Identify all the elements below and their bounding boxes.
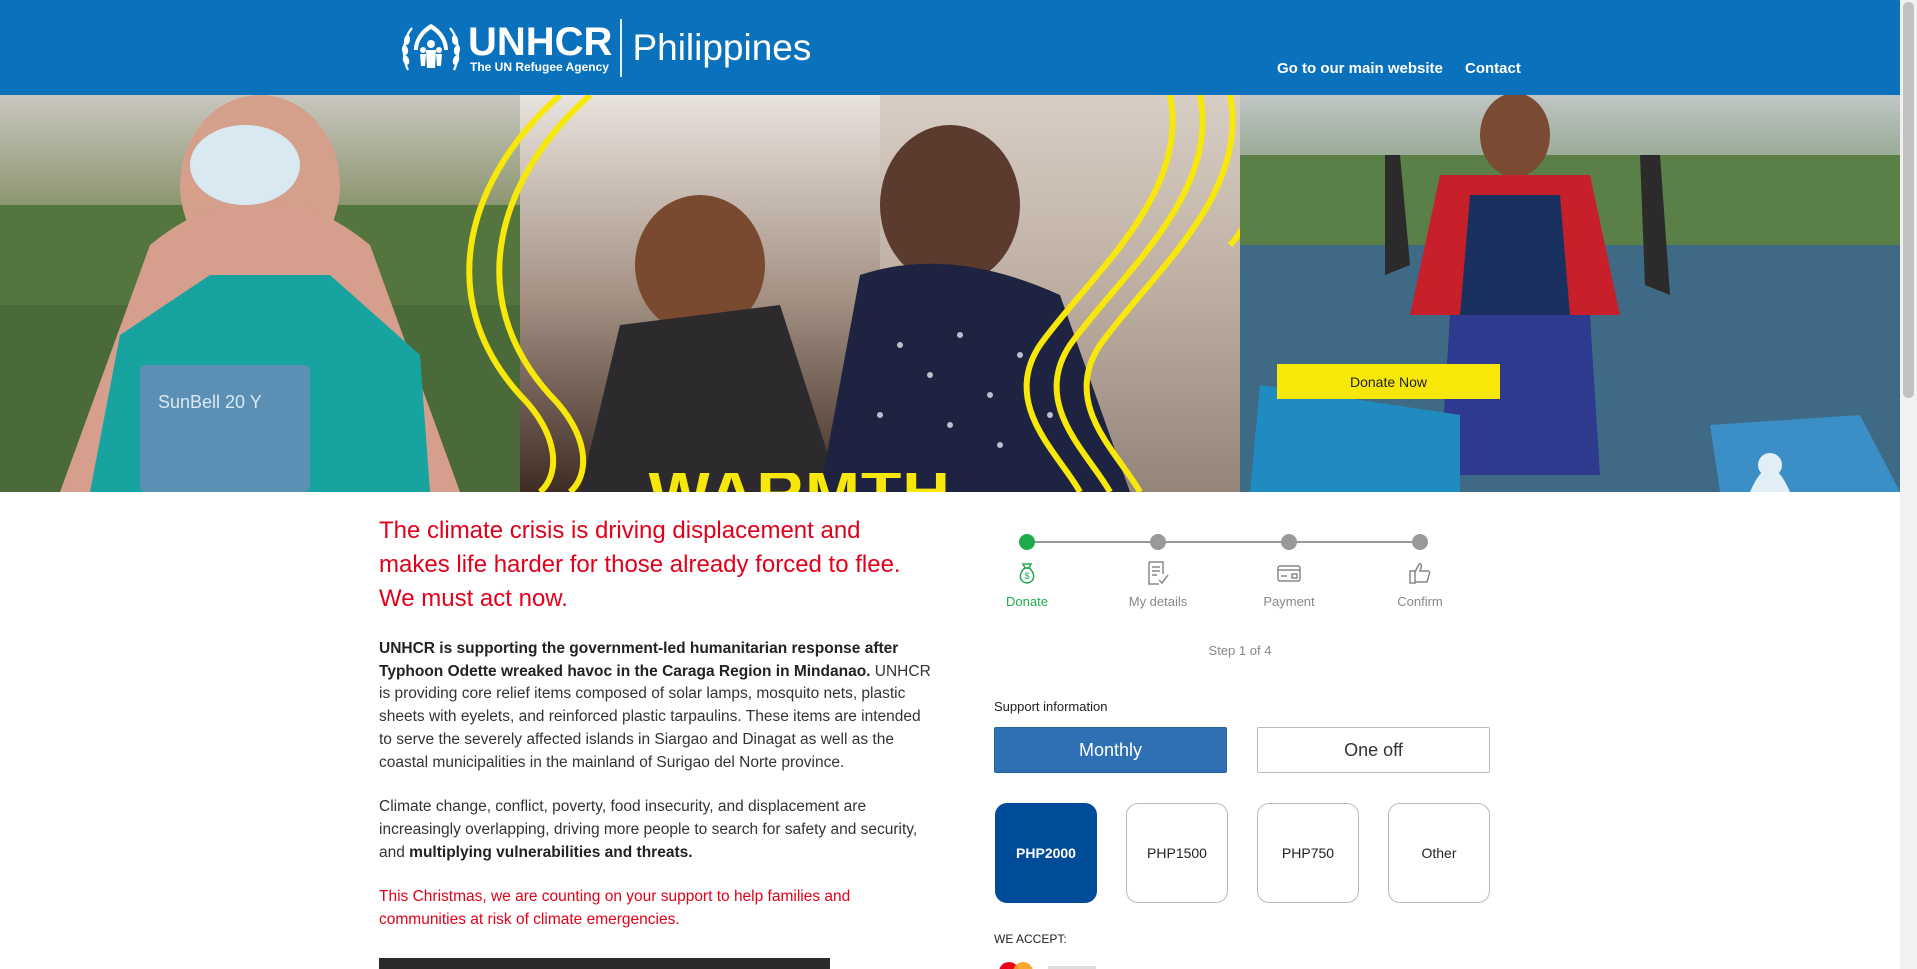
amount-option-php1500[interactable]: PHP1500 bbox=[1126, 803, 1228, 903]
step-donate: $ Donate bbox=[977, 534, 1077, 609]
logo-wordmark: UNHCR The UN Refugee Agency bbox=[468, 22, 612, 74]
hero-banner: SunBell 20 Y Donate Now bbox=[0, 95, 1900, 492]
step-my-details: My details bbox=[1108, 534, 1208, 609]
step-dot bbox=[1019, 534, 1035, 550]
page-headline: The climate crisis is driving displaceme… bbox=[379, 517, 901, 612]
amount-option-other[interactable]: Other bbox=[1388, 803, 1490, 903]
intro-bold-text: UNHCR is supporting the government-led h… bbox=[379, 640, 899, 680]
scrollbar-thumb[interactable] bbox=[1903, 2, 1914, 398]
hero-title-line2: WARMTH bbox=[648, 473, 951, 492]
site-header: UNHCR The UN Refugee Agency Philippines … bbox=[0, 0, 1900, 95]
donate-now-button[interactable]: Donate Now bbox=[1277, 364, 1500, 399]
step-label: Confirm bbox=[1397, 594, 1443, 609]
monthly-button[interactable]: Monthly bbox=[994, 727, 1227, 773]
unhcr-emblem-icon bbox=[401, 24, 461, 71]
logo-tagline: The UN Refugee Agency bbox=[470, 60, 609, 74]
hero-image: SunBell 20 Y bbox=[0, 95, 1900, 492]
country-name: Philippines bbox=[632, 27, 812, 68]
one-off-button[interactable]: One off bbox=[1257, 727, 1490, 773]
step-label: Donate bbox=[1006, 594, 1048, 609]
climate-bold-text: multiplying vulnerabilities and threats. bbox=[409, 843, 693, 861]
money-bag-icon: $ bbox=[1019, 563, 1035, 584]
support-info-label: Support information bbox=[994, 699, 1108, 714]
intro-paragraph: UNHCR is supporting the government-led h… bbox=[379, 638, 934, 774]
nav-main-website-link[interactable]: Go to our main website bbox=[1277, 60, 1443, 77]
document-check-icon bbox=[1148, 561, 1169, 585]
amount-option-php750[interactable]: PHP750 bbox=[1257, 803, 1359, 903]
svg-text:$: $ bbox=[1024, 571, 1029, 581]
step-counter: Step 1 of 4 bbox=[1208, 643, 1272, 658]
climate-paragraph: Climate change, conflict, poverty, food … bbox=[379, 796, 934, 864]
step-label: My details bbox=[1128, 594, 1188, 609]
page-scrollbar[interactable] bbox=[1900, 0, 1917, 969]
svg-text:SunBell 20 Y: SunBell 20 Y bbox=[158, 392, 262, 412]
unhcr-logo[interactable]: UNHCR The UN Refugee Agency Philippines bbox=[400, 18, 811, 78]
thumbs-up-icon bbox=[1409, 563, 1431, 584]
step-progress-line bbox=[1027, 541, 1419, 543]
step-confirm: Confirm bbox=[1370, 534, 1470, 609]
mastercard-icon bbox=[995, 962, 1037, 969]
we-accept-label: WE ACCEPT: bbox=[994, 932, 1067, 946]
step-dot bbox=[1150, 534, 1166, 550]
step-dot bbox=[1412, 534, 1428, 550]
step-payment: Payment bbox=[1239, 534, 1339, 609]
logo-divider bbox=[620, 19, 623, 77]
video-thumbnail[interactable] bbox=[379, 958, 830, 969]
donation-steps: $ Donate My details Payment Confirm bbox=[1000, 530, 1443, 610]
step-dot bbox=[1281, 534, 1297, 550]
nav-contact-link[interactable]: Contact bbox=[1465, 60, 1521, 77]
logo-name: UNHCR bbox=[468, 20, 613, 64]
step-label: Payment bbox=[1263, 594, 1315, 609]
appeal-paragraph: This Christmas, we are counting on your … bbox=[379, 888, 851, 929]
amount-option-php2000[interactable]: PHP2000 bbox=[995, 803, 1097, 903]
credit-card-icon bbox=[1277, 565, 1301, 582]
content-column: The climate crisis is driving displaceme… bbox=[379, 514, 934, 932]
